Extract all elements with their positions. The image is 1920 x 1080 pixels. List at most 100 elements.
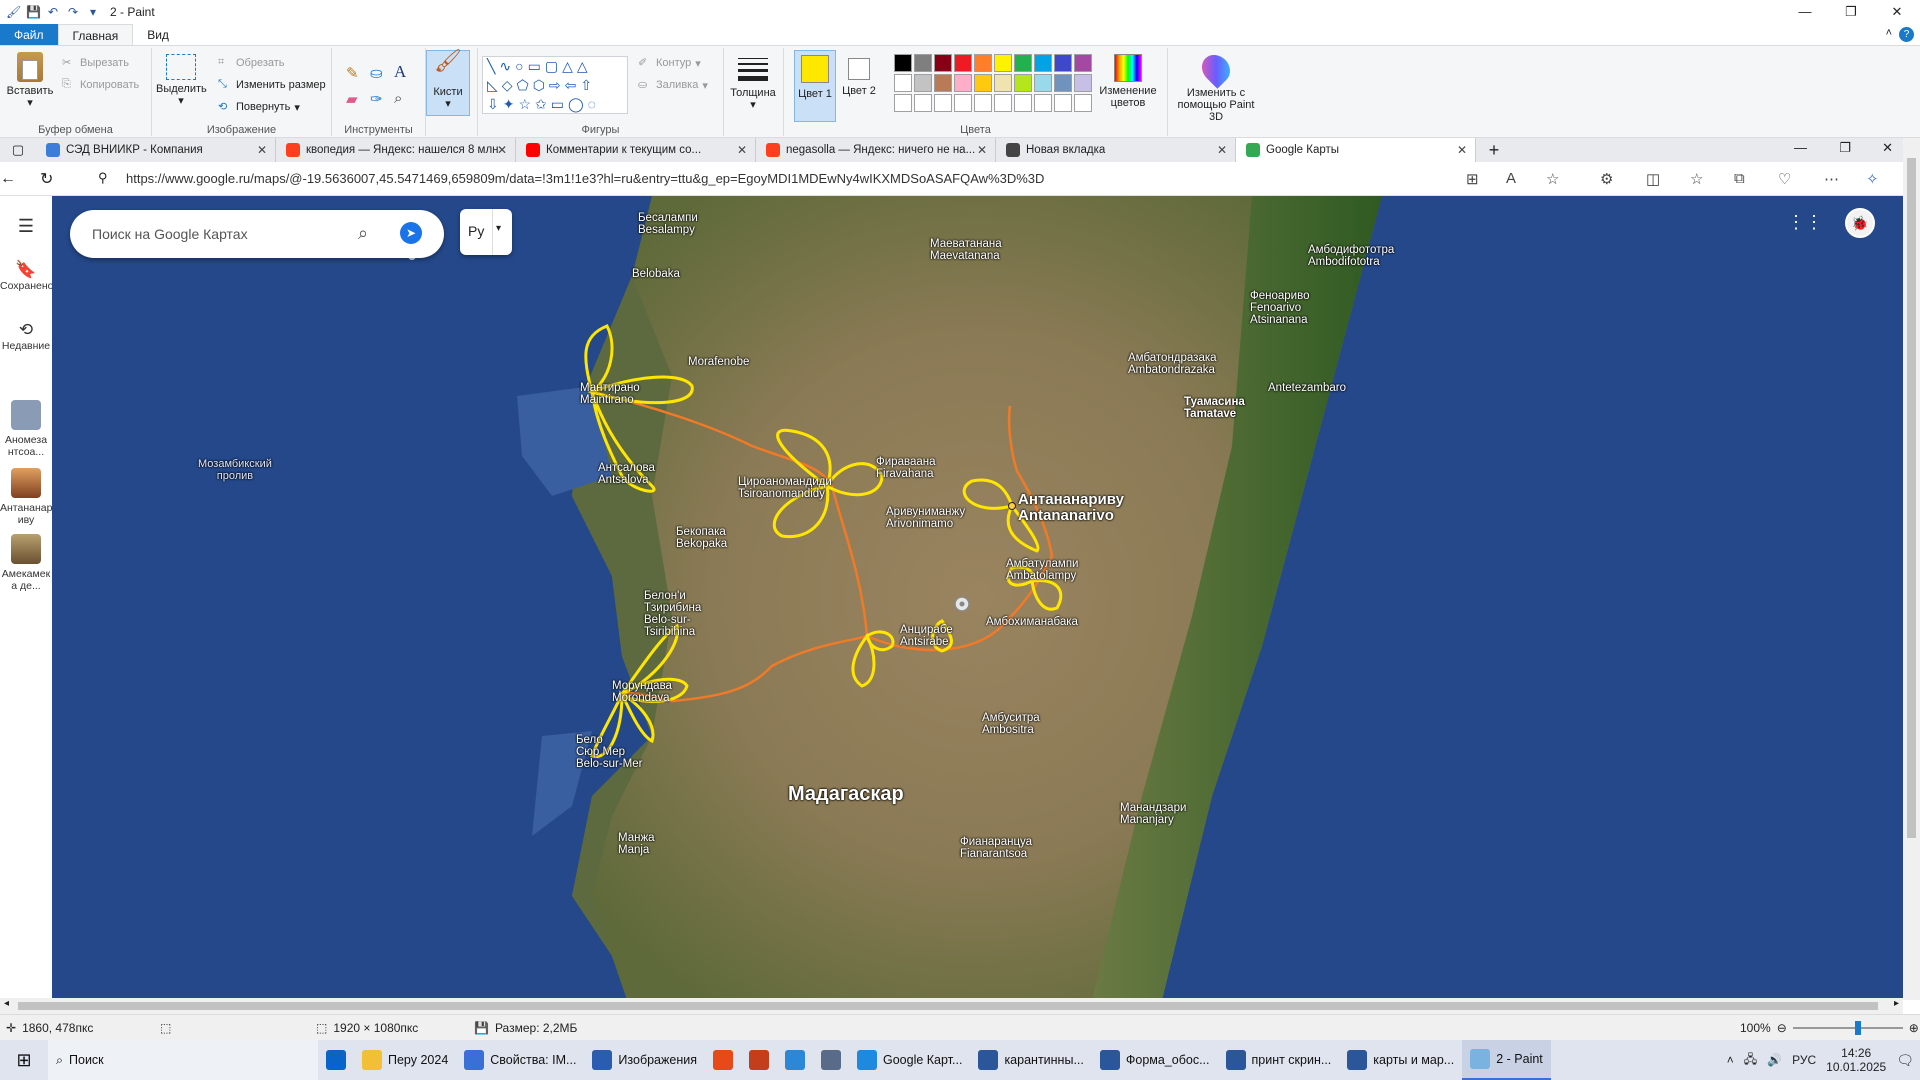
cut-button[interactable]: ✂ Вырезать — [62, 56, 129, 70]
palette-swatch[interactable] — [1034, 74, 1052, 92]
rail-recent[interactable]: ⟲ Недавние — [0, 320, 52, 352]
close-tab-icon[interactable]: ✕ — [497, 143, 507, 157]
zoom-out-icon[interactable]: ⊖ — [1777, 1021, 1787, 1035]
palette-swatch[interactable] — [934, 74, 952, 92]
custom-color-swatch[interactable] — [1034, 94, 1052, 112]
palette-swatch[interactable] — [914, 54, 932, 72]
read-aloud-icon[interactable]: A — [1506, 170, 1516, 187]
map-label-fianarantsoa[interactable]: Фианаранцуа Fianarantsoa — [960, 836, 1032, 860]
map-label-belobaka[interactable]: Belobaka — [632, 268, 680, 280]
undo-icon[interactable]: ↶ — [46, 5, 60, 19]
close-tab-icon[interactable]: ✕ — [1457, 143, 1467, 157]
rail-recent-place-1[interactable]: Аномеза нтсоа... — [0, 400, 52, 458]
zoom-slider-thumb[interactable] — [1854, 1021, 1861, 1035]
url-text[interactable]: https://www.google.ru/maps/@-19.5636007,… — [126, 171, 1044, 186]
close-tab-icon[interactable]: ✕ — [977, 143, 987, 157]
rotate-button[interactable]: ⟲ Повернуть ▾ — [218, 100, 300, 114]
map-label-ambositra[interactable]: Амбуситра Ambositra — [982, 712, 1040, 736]
custom-color-swatch[interactable] — [914, 94, 932, 112]
color2-button[interactable]: Цвет 2 — [838, 50, 880, 122]
palette-swatch[interactable] — [994, 74, 1012, 92]
map-label-belo-sur-mer[interactable]: Бело Сюр Мер Belo-sur-Mer — [576, 734, 642, 770]
palette-swatch[interactable] — [954, 54, 972, 72]
tab-file[interactable]: Файл — [0, 24, 58, 45]
custom-color-swatch[interactable] — [1014, 94, 1032, 112]
fill-button[interactable]: ⛀ Заливка ▾ — [638, 78, 708, 92]
pencil-icon[interactable]: ✎ — [346, 64, 359, 82]
save-icon[interactable]: 💾 — [26, 5, 41, 19]
palette-swatch[interactable] — [894, 54, 912, 72]
show-hidden-icons-icon[interactable]: ˄ — [1727, 1053, 1734, 1067]
palette-swatch[interactable] — [934, 54, 952, 72]
taskbar-app[interactable]: Свойства: IM... — [456, 1040, 584, 1080]
palette-swatch[interactable] — [1014, 74, 1032, 92]
arrow-star-shape-icon[interactable]: ⇩✦☆✩▭◯◌ — [487, 96, 600, 112]
map-label-tsiroanomandidy[interactable]: Цироаномандиди Tsiroanomandidy — [738, 476, 832, 500]
collections-icon[interactable]: ⧉ — [1734, 170, 1745, 187]
map-label-arivonimamo[interactable]: Аривуниманжу Arivonimamo — [886, 506, 965, 530]
map-label-mananjary[interactable]: Манандзари Mananjary — [1120, 802, 1186, 826]
palette-swatch[interactable] — [954, 74, 972, 92]
palette-swatch[interactable] — [1014, 54, 1032, 72]
browser-tab[interactable]: СЭД ВНИИКР - Компания ✕ — [36, 138, 276, 162]
taskbar-app[interactable] — [318, 1040, 354, 1080]
browser-tab[interactable]: Комментарии к текущим со... ✕ — [516, 138, 756, 162]
horizontal-scroll-thumb[interactable] — [18, 1002, 1878, 1010]
map-label-antsalova[interactable]: Антсалова Antsalova — [598, 462, 655, 486]
taskbar-app[interactable]: принт скрин... — [1218, 1040, 1340, 1080]
color-picker-icon[interactable]: ✑ — [370, 90, 383, 108]
brushes-button[interactable]: 🖌 Кисти ▾ — [426, 50, 470, 116]
apps-available-icon[interactable]: ⊞ — [1466, 170, 1479, 188]
palette-swatch[interactable] — [1054, 54, 1072, 72]
vertical-scrollbar[interactable] — [1903, 138, 1920, 1000]
rail-recent-place-3[interactable]: Амекамек а де... — [0, 534, 52, 592]
satellite-map[interactable]: Бесалампи Besalampy Маеватанана Maevatanan… — [52, 196, 1903, 1000]
tab-view[interactable]: Вид — [133, 24, 183, 45]
volume-icon[interactable]: 🔊 — [1767, 1053, 1782, 1067]
directions-icon[interactable]: ➤ — [400, 222, 422, 244]
map-label-antananarivo[interactable]: Антананариву Antananarivo — [1018, 492, 1124, 524]
search-icon[interactable]: ⌕ — [358, 223, 368, 244]
palette-swatch[interactable] — [1074, 74, 1092, 92]
menu-icon[interactable]: ☰ — [0, 216, 52, 237]
map-label-ambatolampy[interactable]: Амбатулампи Ambatolampy — [1006, 558, 1078, 582]
map-label-tamatave[interactable]: Туамасина Tamatave — [1184, 396, 1245, 420]
taskbar-app[interactable]: Google Карт... — [849, 1040, 970, 1080]
new-tab-icon[interactable]: + — [1476, 140, 1512, 161]
fill-bucket-icon[interactable]: ⛀ — [370, 64, 383, 82]
resize-button[interactable]: ⤡ Изменить размер — [218, 78, 326, 92]
palette-swatch[interactable] — [914, 74, 932, 92]
custom-color-swatch[interactable] — [894, 94, 912, 112]
custom-color-swatch[interactable] — [974, 94, 992, 112]
extensions-icon[interactable]: ⚙ — [1600, 170, 1613, 188]
paint3d-button[interactable]: Изменить с помощью Paint 3D — [1172, 49, 1260, 123]
palette-swatch[interactable] — [1054, 74, 1072, 92]
browser-close-icon[interactable]: ✕ — [1882, 140, 1893, 156]
copy-button[interactable]: ⎘ Копировать — [62, 78, 139, 92]
clock[interactable]: 14:26 10.01.2025 — [1826, 1046, 1886, 1074]
palette-swatch[interactable] — [894, 74, 912, 92]
eraser-icon[interactable]: ▰ — [346, 90, 358, 108]
custom-color-swatch[interactable] — [1074, 94, 1092, 112]
map-label-antetezambaro[interactable]: Antetezambaro — [1268, 382, 1346, 394]
browser-tab[interactable]: Google Карты ✕ — [1236, 138, 1476, 162]
close-tab-icon[interactable]: ✕ — [737, 143, 747, 157]
magnifier-icon[interactable]: ⌕ — [394, 90, 402, 107]
split-screen-icon[interactable]: ◫ — [1646, 170, 1660, 188]
rail-saved[interactable]: 🔖 Сохранено — [0, 260, 54, 292]
browser-tab[interactable]: negasolla — Яндекс: ничего не на... ✕ — [756, 138, 996, 162]
line-shape-icon[interactable]: ╲∿○▭▢△△ — [487, 58, 592, 74]
horizontal-scrollbar[interactable]: ◂ ▸ — [0, 998, 1903, 1014]
map-label-maevatanana[interactable]: Маеватанана Maevatanana — [930, 238, 1002, 262]
taskbar-app[interactable] — [813, 1040, 849, 1080]
account-avatar[interactable]: 🐞 — [1845, 208, 1875, 238]
taskbar-app[interactable] — [777, 1040, 813, 1080]
map-label-ambohimanabaka[interactable]: Амбохиманабака — [986, 616, 1078, 628]
map-label-ambodifototra[interactable]: Амбодифототра Ambodifototra — [1308, 244, 1394, 268]
shapes-gallery[interactable]: ╲∿○▭▢△△ ◺◇⬠⬡⇨⇦⇧ ⇩✦☆✩▭◯◌ — [482, 56, 628, 114]
tab-home[interactable]: Главная — [57, 24, 134, 45]
start-button[interactable]: ⊞ — [0, 1040, 48, 1080]
custom-color-swatch[interactable] — [934, 94, 952, 112]
notifications-icon[interactable]: 🗨 — [1896, 1052, 1914, 1069]
taskbar-app[interactable]: карты и мар... — [1339, 1040, 1462, 1080]
